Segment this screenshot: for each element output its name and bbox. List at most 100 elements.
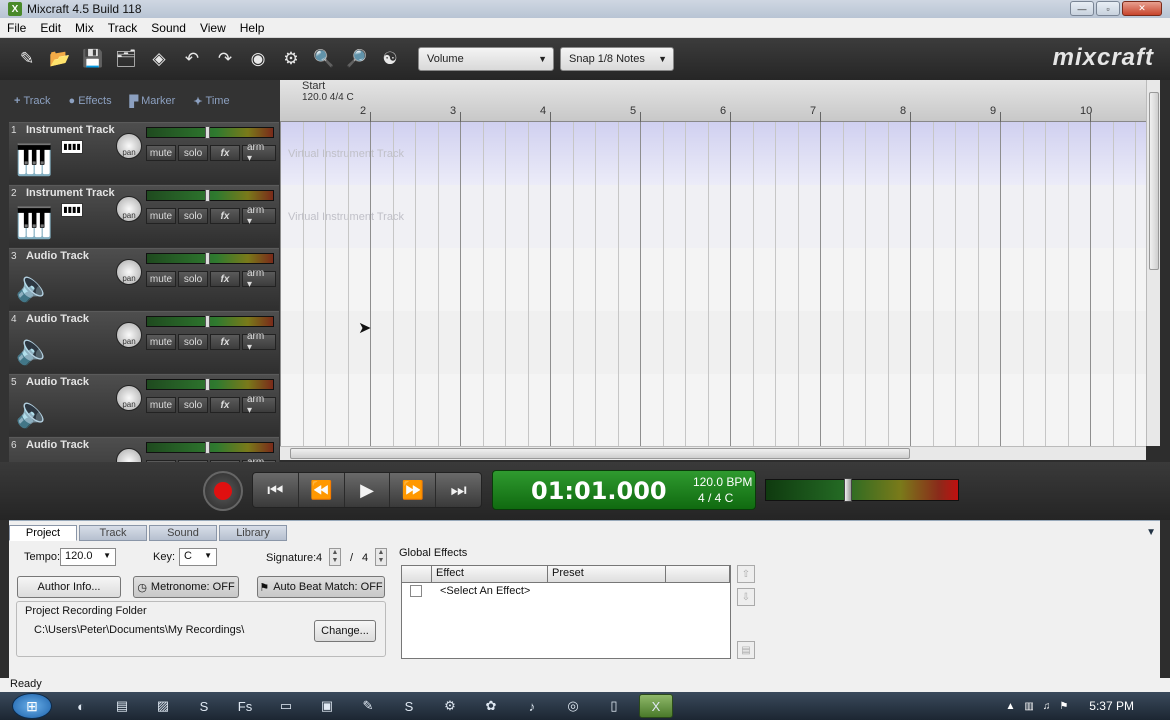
vertical-scroll-thumb[interactable] [1149,92,1159,270]
paint-icon[interactable]: ✿ [475,694,507,718]
effect-settings-icon[interactable]: ▤ [737,641,755,659]
mute-button[interactable]: mute [146,208,176,224]
fx-button[interactable]: fx [210,145,240,161]
menu-file[interactable]: File [0,21,33,35]
fx-button[interactable]: fx [210,271,240,287]
stripes-icon[interactable]: ▨ [147,694,179,718]
track-name[interactable]: Instrument Track [26,187,115,199]
fx-button[interactable]: fx [210,334,240,350]
pen-icon[interactable]: ✎ [352,694,384,718]
volume-slider[interactable] [205,441,210,454]
speaker-icon[interactable]: 🔈 [12,392,57,432]
time-display[interactable]: 01:01.000 120.0 BPM 4 / 4 C [492,470,756,510]
start-button[interactable]: ⊞ [12,693,52,719]
volume-slider[interactable] [205,126,210,139]
track-lane[interactable]: Virtual Instrument Track [280,185,1146,248]
fx-button[interactable]: fx [210,208,240,224]
document-icon[interactable]: ▯ [598,694,630,718]
add-time-tab[interactable]: ✦ Time [193,95,229,108]
horizontal-scroll-thumb[interactable] [290,448,910,459]
close-button[interactable]: ✕ [1122,1,1162,16]
effect-enable-checkbox[interactable] [410,585,422,597]
track-row[interactable]: 1 Instrument Track 🎹 ▮▮▮▮ pan mute solo fx arm ▾ [9,122,279,184]
arm-button[interactable]: arm ▾ [242,142,276,164]
skype-icon[interactable]: S [393,694,425,718]
timeline[interactable]: Start 120.0 4/4 C 2 3 4 5 6 7 8 9 10 Virtual Ins… [280,80,1146,446]
effect-select[interactable]: <Select An Effect> [440,585,530,597]
yin-yang-icon[interactable]: ☯ [377,46,403,72]
volume-slider[interactable] [205,189,210,202]
author-info-button[interactable]: Author Info... [17,576,121,598]
effect-column-header[interactable]: Effect [432,566,548,582]
speaker-icon[interactable]: 🔈 [12,266,57,306]
firefox-icon[interactable]: ◐ [65,694,97,718]
solo-button[interactable]: solo [178,145,208,161]
track-name[interactable]: Audio Track [26,250,89,262]
volume-meter[interactable] [146,441,274,454]
view-dropdown[interactable]: Volume ▼ [418,47,554,71]
volume-slider[interactable] [205,252,210,265]
new-project-icon[interactable]: ✎ [14,46,40,72]
timeline-ruler[interactable]: Start 120.0 4/4 C 2 3 4 5 6 7 8 9 10 [280,80,1146,122]
volume-slider[interactable] [205,378,210,391]
undo-icon[interactable]: ↶ [179,46,205,72]
snap-dropdown[interactable]: Snap 1/8 Notes ▼ [560,47,674,71]
add-effects-tab[interactable]: ● Effects [69,95,112,107]
snap-icon[interactable]: ⚙ [278,46,304,72]
flag-tray-icon[interactable]: ⚑ [1059,701,1068,712]
track-name[interactable]: Audio Track [26,313,89,325]
keyboard-icon[interactable]: 🎹 [12,203,57,243]
pan-knob[interactable]: pan [116,196,142,222]
volume-meter[interactable] [146,126,274,139]
play-button[interactable]: ▶ [345,473,391,507]
fx-button[interactable]: fx [210,397,240,413]
volume-meter[interactable] [146,252,274,265]
volume-meter[interactable] [146,315,274,328]
tab-library[interactable]: Library [219,525,287,541]
chrome-icon[interactable]: ◎ [557,694,589,718]
arm-button[interactable]: arm ▾ [242,268,276,290]
volume-slider[interactable] [205,315,210,328]
solo-button[interactable]: solo [178,271,208,287]
keyboard-icon[interactable]: 🎹 [12,140,57,180]
menu-help[interactable]: Help [233,21,272,35]
volume-meter[interactable] [146,378,274,391]
track-row[interactable]: 4 Audio Track 🔈 pan mute solo fx arm ▾ [9,311,279,373]
volume-meter[interactable] [146,189,274,202]
track-row[interactable]: 3 Audio Track 🔈 pan mute solo fx arm ▾ [9,248,279,310]
master-volume-meter[interactable] [765,478,959,502]
menu-sound[interactable]: Sound [144,21,193,35]
pan-knob[interactable]: pan [116,133,142,159]
maximize-button[interactable]: ▫ [1096,1,1120,16]
solo-button[interactable]: solo [178,208,208,224]
mixcraft-icon[interactable]: X [639,694,673,718]
arm-button[interactable]: arm ▾ [242,394,276,416]
solo-button[interactable]: solo [178,334,208,350]
menu-edit[interactable]: Edit [33,21,68,35]
pan-knob[interactable]: pan [116,322,142,348]
effect-row[interactable]: <Select An Effect> [402,583,730,599]
save-icon[interactable]: 💾 [80,46,106,72]
add-track-tab[interactable]: + Track [14,95,51,107]
rewind-button[interactable]: ⏪ [299,473,345,507]
network-icon[interactable]: ▥ [1024,701,1033,712]
media-icon[interactable]: ♪ [516,694,548,718]
mute-button[interactable]: mute [146,397,176,413]
add-marker-tab[interactable]: ▛ Marker [130,95,176,108]
fs-icon[interactable]: Fs [229,694,261,718]
track-row[interactable]: 5 Audio Track 🔈 pan mute solo fx arm ▾ [9,374,279,436]
auto-beat-match-button[interactable]: ⚑ Auto Beat Match: OFF [257,576,385,598]
go-to-end-button[interactable]: ⏭ [436,473,481,507]
menu-track[interactable]: Track [101,21,145,35]
tab-track[interactable]: Track [79,525,147,541]
s-icon[interactable]: S [188,694,220,718]
gear-icon[interactable]: ⚙ [434,694,466,718]
arm-button[interactable]: arm ▾ [242,205,276,227]
library-icon[interactable]: ◈ [146,46,172,72]
volume-icon[interactable]: ♫ [1043,701,1051,712]
tempo-select[interactable]: 120.0 ▼ [60,548,116,566]
speaker-icon[interactable]: 🔈 [12,329,57,369]
app-blue-icon[interactable]: ▣ [311,694,343,718]
notes-icon[interactable]: ▤ [106,694,138,718]
solo-button[interactable]: solo [178,397,208,413]
